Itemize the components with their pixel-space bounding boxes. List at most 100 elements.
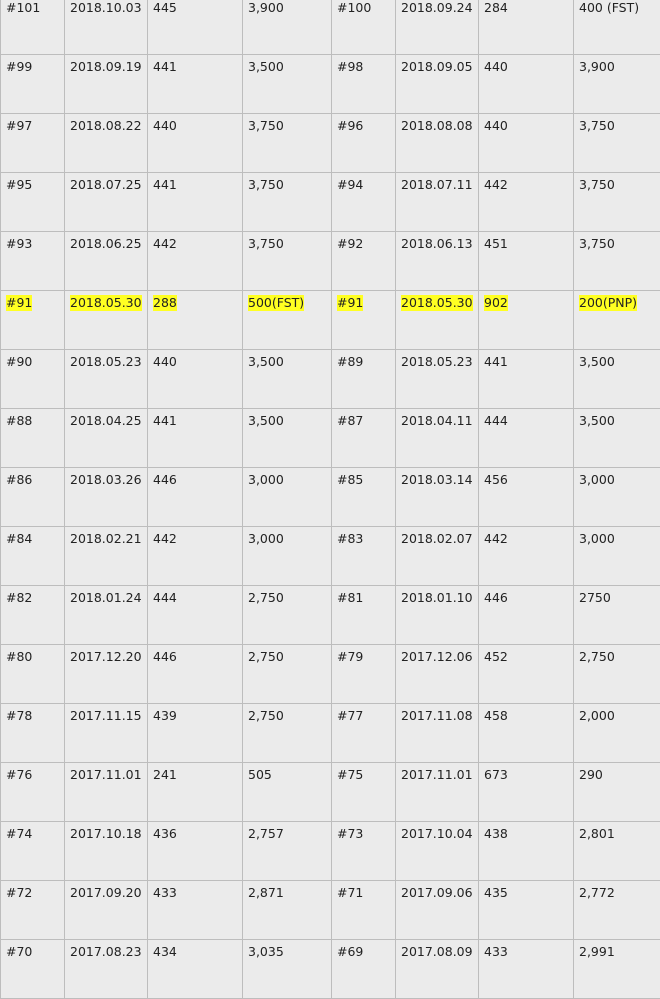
table-cell: 2017.10.04 — [396, 822, 479, 881]
table-row: #1012018.10.034453,900#1002018.09.242844… — [1, 0, 660, 55]
draw-date-text: 2017.08.23 — [70, 944, 142, 960]
draw-count-text: 440 — [153, 354, 177, 370]
draw-count-text: 446 — [484, 590, 508, 606]
draw-number-text: #82 — [6, 590, 32, 606]
table-cell: 442 — [148, 232, 243, 291]
table-cell: #77 — [332, 704, 396, 763]
table-cell: 446 — [148, 645, 243, 704]
table-cell: 3,900 — [243, 0, 332, 55]
draw-number-text: #91 — [6, 295, 32, 311]
draw-date-text: 2017.12.20 — [70, 649, 142, 665]
table-cell: 2017.12.06 — [396, 645, 479, 704]
table-cell: 2017.11.15 — [65, 704, 148, 763]
table-cell: #90 — [1, 350, 65, 409]
table-cell: 445 — [148, 0, 243, 55]
table-cell: #91 — [332, 291, 396, 350]
table-cell: 2018.05.30 — [396, 291, 479, 350]
table-cell: 2018.08.22 — [65, 114, 148, 173]
draw-score-text: 2,750 — [248, 649, 284, 665]
table-cell: 441 — [148, 55, 243, 114]
table-cell: 2018.09.05 — [396, 55, 479, 114]
draw-score-text: 3,500 — [579, 354, 615, 370]
draw-date-text: 2017.09.20 — [70, 885, 142, 901]
table-cell: 434 — [148, 940, 243, 999]
draw-score-text: 3,000 — [248, 472, 284, 488]
table-cell: 3,500 — [243, 350, 332, 409]
draw-number-text: #87 — [337, 413, 363, 429]
draw-count-text: 902 — [484, 295, 508, 311]
draw-date-text: 2018.07.11 — [401, 177, 473, 193]
draw-count-text: 439 — [153, 708, 177, 724]
draw-number-text: #95 — [6, 177, 32, 193]
table-cell: 2018.04.11 — [396, 409, 479, 468]
table-cell: 433 — [479, 940, 574, 999]
table-cell: 438 — [479, 822, 574, 881]
draw-number-text: #69 — [337, 944, 363, 960]
table-cell: #72 — [1, 881, 65, 940]
table-cell: 441 — [148, 409, 243, 468]
draw-score-text: 2,772 — [579, 885, 615, 901]
draw-score-text: 500(FST) — [248, 295, 304, 311]
draw-count-text: 442 — [153, 236, 177, 252]
draw-date-text: 2018.03.14 — [401, 472, 473, 488]
draw-number-text: #100 — [337, 0, 371, 16]
table-cell: #82 — [1, 586, 65, 645]
draw-date-text: 2018.09.19 — [70, 59, 142, 75]
table-cell: 2,871 — [243, 881, 332, 940]
table-cell: 3,750 — [243, 114, 332, 173]
draw-score-text: 3,500 — [579, 413, 615, 429]
draw-date-text: 2017.10.18 — [70, 826, 142, 842]
table-cell: 2017.11.01 — [396, 763, 479, 822]
table-cell: 2,000 — [574, 704, 660, 763]
draw-score-text: 2,991 — [579, 944, 615, 960]
draw-count-text: 440 — [484, 59, 508, 75]
draw-date-text: 2018.09.24 — [401, 0, 473, 16]
draw-number-text: #99 — [6, 59, 32, 75]
table-cell: 435 — [479, 881, 574, 940]
draw-number-text: #84 — [6, 531, 32, 547]
draw-number-text: #90 — [6, 354, 32, 370]
table-cell: 2017.12.20 — [65, 645, 148, 704]
draw-date-text: 2018.02.21 — [70, 531, 142, 547]
table-cell: 902 — [479, 291, 574, 350]
draw-count-text: 444 — [153, 590, 177, 606]
table-cell: 3,750 — [243, 232, 332, 291]
table-cell: 2018.04.25 — [65, 409, 148, 468]
table-cell: 505 — [243, 763, 332, 822]
draw-count-text: 451 — [484, 236, 508, 252]
table-row: #862018.03.264463,000#852018.03.144563,0… — [1, 468, 660, 527]
draw-score-text: 290 — [579, 767, 603, 783]
draw-date-text: 2018.05.30 — [70, 295, 142, 311]
draw-score-text: 3,750 — [248, 177, 284, 193]
table-cell: #92 — [332, 232, 396, 291]
table-cell: 2018.08.08 — [396, 114, 479, 173]
draw-score-text: 400 (FST) — [579, 0, 639, 16]
draw-number-text: #93 — [6, 236, 32, 252]
table-cell: 673 — [479, 763, 574, 822]
table-cell: 2018.03.26 — [65, 468, 148, 527]
draw-date-text: 2018.05.23 — [401, 354, 473, 370]
draw-number-text: #101 — [6, 0, 40, 16]
draw-score-text: 2,750 — [248, 708, 284, 724]
draw-count-text: 435 — [484, 885, 508, 901]
table-cell: #93 — [1, 232, 65, 291]
draw-date-text: 2017.09.06 — [401, 885, 473, 901]
table-cell: 2018.09.19 — [65, 55, 148, 114]
table-row: #912018.05.30288500(FST)#912018.05.30902… — [1, 291, 660, 350]
table-cell: 440 — [479, 55, 574, 114]
table-row: #902018.05.234403,500#892018.05.234413,5… — [1, 350, 660, 409]
draw-date-text: 2018.06.13 — [401, 236, 473, 252]
draw-number-text: #75 — [337, 767, 363, 783]
table-cell: #88 — [1, 409, 65, 468]
table-cell: 442 — [148, 527, 243, 586]
table-cell: 3,500 — [574, 409, 660, 468]
table-cell: 2018.07.25 — [65, 173, 148, 232]
table-body: #1012018.10.034453,900#1002018.09.242844… — [1, 0, 660, 999]
draw-number-text: #89 — [337, 354, 363, 370]
table-cell: 2018.02.21 — [65, 527, 148, 586]
draw-number-text: #80 — [6, 649, 32, 665]
table-cell: 3,750 — [574, 232, 660, 291]
table-row: #842018.02.214423,000#832018.02.074423,0… — [1, 527, 660, 586]
draw-count-text: 456 — [484, 472, 508, 488]
table-cell: 284 — [479, 0, 574, 55]
